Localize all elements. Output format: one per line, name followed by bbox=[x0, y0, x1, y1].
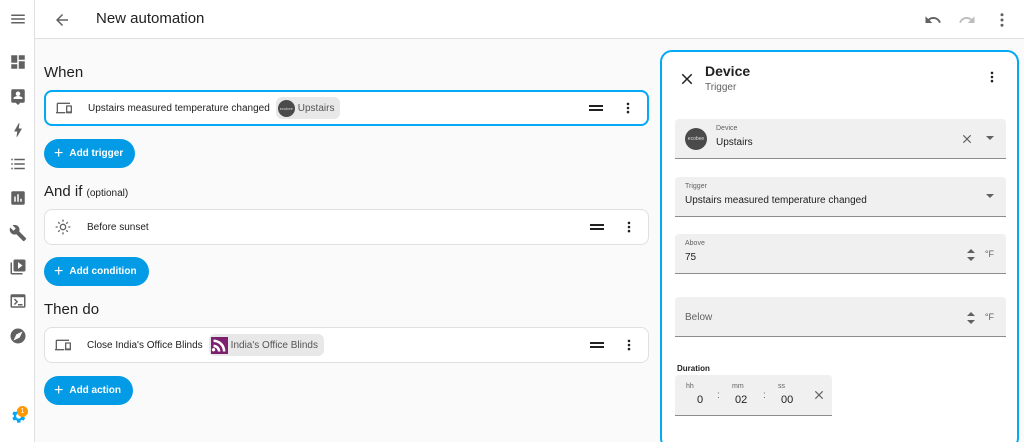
back-arrow-icon[interactable] bbox=[50, 8, 74, 32]
action-description: Close India's Office Blinds bbox=[87, 339, 203, 351]
and-if-title: And if bbox=[44, 183, 83, 200]
ecobee-logo: ecobee bbox=[685, 128, 707, 150]
device-field-label: Device bbox=[716, 125, 738, 132]
seconds-value[interactable]: 00 bbox=[781, 394, 793, 406]
wrench-icon[interactable] bbox=[0, 219, 35, 247]
device-chip-label: Upstairs bbox=[297, 102, 335, 114]
device-field-value: Upstairs bbox=[716, 137, 753, 148]
energy-icon[interactable] bbox=[0, 116, 35, 144]
duration-input[interactable]: hh 0 : mm 02 : ss 00 bbox=[675, 375, 832, 416]
overflow-menu-icon[interactable] bbox=[990, 8, 1014, 32]
drag-handle-icon[interactable] bbox=[590, 342, 604, 348]
trigger-field-label: Trigger bbox=[685, 183, 707, 190]
then-do-heading: Then do bbox=[44, 301, 100, 318]
add-trigger-label: Add trigger bbox=[69, 148, 124, 159]
plus-icon: + bbox=[54, 381, 64, 399]
spinner-icon[interactable] bbox=[966, 311, 976, 325]
minutes-value[interactable]: 02 bbox=[735, 394, 747, 406]
optional-label: (optional) bbox=[86, 188, 129, 199]
clear-icon[interactable] bbox=[960, 132, 974, 146]
trigger-menu-icon[interactable] bbox=[621, 101, 635, 115]
add-condition-button[interactable]: + Add condition bbox=[44, 257, 149, 286]
notification-badge: 1 bbox=[17, 406, 28, 417]
below-placeholder: Below bbox=[685, 312, 713, 323]
action-menu-icon[interactable] bbox=[622, 338, 636, 352]
trigger-editor-panel: Device Trigger ecobee Device Upstairs Tr… bbox=[660, 50, 1019, 442]
editor-subtitle: Trigger bbox=[705, 82, 737, 93]
menu-icon[interactable] bbox=[0, 5, 35, 33]
device-chip-label: India's Office Blinds bbox=[230, 339, 318, 351]
add-condition-label: Add condition bbox=[69, 266, 137, 277]
list-icon[interactable] bbox=[0, 150, 35, 178]
top-app-bar: New automation bbox=[35, 0, 1024, 39]
terminal-icon[interactable] bbox=[0, 287, 35, 315]
clear-duration-icon[interactable] bbox=[812, 388, 826, 402]
editor-title: Device bbox=[705, 63, 751, 79]
above-field-label: Above bbox=[685, 240, 705, 247]
hours-value[interactable]: 0 bbox=[697, 394, 703, 406]
page-title: New automation bbox=[96, 10, 205, 27]
condition-card[interactable]: Before sunset bbox=[44, 209, 649, 245]
drag-handle-icon[interactable] bbox=[590, 224, 604, 230]
device-icon bbox=[45, 337, 81, 353]
editor-menu-icon[interactable] bbox=[985, 70, 999, 84]
device-chip[interactable]: ecobee Upstairs bbox=[275, 97, 341, 119]
settings-icon[interactable]: 1 bbox=[0, 402, 35, 430]
trigger-field-value: Upstairs measured temperature changed bbox=[685, 195, 867, 206]
blinds-logo-icon bbox=[210, 336, 228, 354]
trigger-description: Upstairs measured temperature changed bbox=[88, 102, 270, 114]
device-select[interactable]: ecobee Device Upstairs bbox=[675, 119, 1006, 159]
add-action-label: Add action bbox=[69, 385, 122, 396]
drag-handle-icon[interactable] bbox=[589, 105, 603, 111]
sun-icon bbox=[45, 219, 81, 235]
dropdown-arrow-icon[interactable] bbox=[986, 194, 994, 198]
time-separator: : bbox=[763, 390, 766, 401]
spinner-icon[interactable] bbox=[966, 248, 976, 262]
condition-menu-icon[interactable] bbox=[622, 220, 636, 234]
ecobee-logo: ecobee bbox=[277, 99, 295, 117]
dropdown-arrow-icon[interactable] bbox=[986, 136, 994, 140]
sidebar: 1 bbox=[0, 0, 35, 442]
close-icon[interactable] bbox=[678, 70, 696, 88]
minutes-label: mm bbox=[732, 383, 744, 390]
above-field-value: 75 bbox=[685, 252, 697, 263]
hours-label: hh bbox=[686, 383, 694, 390]
condition-description: Before sunset bbox=[87, 221, 149, 233]
plus-icon: + bbox=[54, 144, 64, 162]
add-action-button[interactable]: + Add action bbox=[44, 376, 134, 405]
plus-icon: + bbox=[54, 262, 64, 280]
trigger-card[interactable]: Upstairs measured temperature changed ec… bbox=[44, 90, 649, 126]
redo-icon[interactable] bbox=[955, 8, 979, 32]
above-unit: °F bbox=[984, 249, 994, 259]
time-separator: : bbox=[717, 390, 720, 401]
add-trigger-button[interactable]: + Add trigger bbox=[44, 139, 136, 168]
when-heading: When bbox=[44, 64, 84, 81]
below-unit: °F bbox=[984, 312, 994, 322]
duration-label: Duration bbox=[677, 364, 710, 373]
and-if-heading: And if (optional) bbox=[44, 183, 128, 200]
compass-icon[interactable] bbox=[0, 322, 35, 350]
seconds-label: ss bbox=[778, 383, 785, 390]
below-input[interactable]: Below °F bbox=[675, 297, 1006, 337]
logbook-icon[interactable] bbox=[0, 82, 35, 110]
undo-icon[interactable] bbox=[921, 8, 945, 32]
trigger-select[interactable]: Trigger Upstairs measured temperature ch… bbox=[675, 177, 1006, 217]
above-input[interactable]: Above 75 °F bbox=[675, 234, 1006, 274]
device-chip[interactable]: India's Office Blinds bbox=[208, 334, 324, 356]
history-icon[interactable] bbox=[0, 184, 35, 212]
media-icon[interactable] bbox=[0, 253, 35, 281]
action-card[interactable]: Close India's Office Blinds India's Offi… bbox=[44, 327, 649, 363]
dashboard-icon[interactable] bbox=[0, 48, 35, 76]
device-icon bbox=[46, 100, 82, 116]
